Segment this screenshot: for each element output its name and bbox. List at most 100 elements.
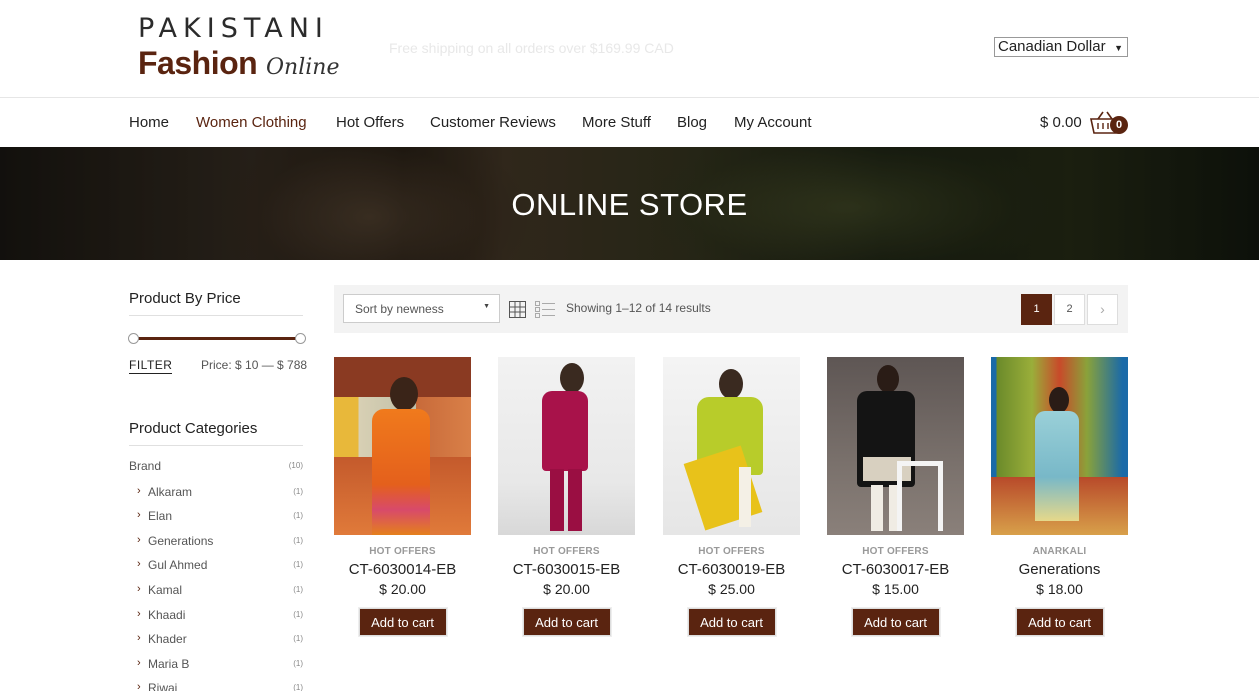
add-to-cart-button[interactable]: Add to cart xyxy=(358,608,447,636)
chevron-right-icon: › xyxy=(137,583,141,595)
chevron-right-icon: › xyxy=(137,558,141,570)
page-2-button[interactable]: 2 xyxy=(1054,294,1085,325)
page-title: ONLINE STORE xyxy=(511,187,748,222)
cart-count-badge: 0 xyxy=(1110,116,1128,134)
product-image[interactable] xyxy=(991,357,1128,535)
sort-value: Sort by newness xyxy=(355,302,444,316)
chevron-right-icon: › xyxy=(137,485,141,497)
product-image[interactable] xyxy=(334,357,471,535)
product-price: $ 25.00 xyxy=(708,581,755,597)
grid-view-icon[interactable] xyxy=(509,301,526,318)
nav-item-home[interactable]: Home xyxy=(129,114,169,131)
category-count: (1) xyxy=(293,536,303,545)
category-label: Generations xyxy=(148,534,214,548)
price-range-label: Price: $ 10 — $ 788 xyxy=(201,358,308,372)
nav-item-more-stuff[interactable]: More Stuff xyxy=(582,114,651,131)
shop-toolbar: Sort by newness ▼ Showing 1–12 of 14 res… xyxy=(334,285,1128,333)
hero-banner: ONLINE STORE xyxy=(0,147,1259,260)
category-label: Gul Ahmed xyxy=(148,558,208,572)
add-to-cart-button[interactable]: Add to cart xyxy=(522,608,611,636)
logo-text-top: PAKISTANI xyxy=(138,13,329,44)
product-category[interactable]: ANARKALI xyxy=(991,546,1128,557)
price-slider-max-handle[interactable] xyxy=(295,333,306,344)
category-label: Khaadi xyxy=(148,608,186,622)
product-name[interactable]: CT-6030015-EB xyxy=(498,561,635,578)
category-label: Brand xyxy=(129,459,162,473)
currency-select[interactable]: Canadian Dollar ▼ xyxy=(994,37,1128,57)
logo-text-script: Online xyxy=(266,55,340,80)
product-card[interactable]: HOT OFFERS CT-6030019-EB $ 25.00 Add to … xyxy=(663,357,800,636)
category-label: Khader xyxy=(148,632,187,646)
price-slider-range[interactable] xyxy=(134,337,298,340)
add-to-cart-button[interactable]: Add to cart xyxy=(1015,608,1104,636)
add-to-cart-button[interactable]: Add to cart xyxy=(687,608,776,636)
sort-select[interactable]: Sort by newness ▼ xyxy=(343,294,500,323)
category-label: Riwaj xyxy=(148,681,178,691)
product-category[interactable]: HOT OFFERS xyxy=(663,546,800,557)
filter-button[interactable]: FILTER xyxy=(129,358,173,374)
add-to-cart-button[interactable]: Add to cart xyxy=(851,608,940,636)
categories-title: Product Categories xyxy=(129,420,258,437)
category-count: (1) xyxy=(293,585,303,594)
product-price: $ 18.00 xyxy=(1036,581,1083,597)
chevron-right-icon: › xyxy=(137,509,141,521)
chevron-right-icon: › xyxy=(137,534,141,546)
chevron-right-icon: › xyxy=(137,608,141,620)
category-count: (10) xyxy=(288,461,303,470)
category-count: (1) xyxy=(293,511,303,520)
product-price: $ 20.00 xyxy=(543,581,590,597)
product-card[interactable]: HOT OFFERS CT-6030015-EB $ 20.00 Add to … xyxy=(498,357,635,636)
site-logo[interactable]: PAKISTANI Fashion Online xyxy=(138,13,352,81)
product-category[interactable]: HOT OFFERS xyxy=(827,546,964,557)
nav-item-hot-offers[interactable]: Hot Offers xyxy=(336,114,404,131)
product-image[interactable] xyxy=(827,357,964,535)
page-1-button[interactable]: 1 xyxy=(1021,294,1052,325)
currency-value: Canadian Dollar xyxy=(998,38,1106,55)
main-nav: Home Women Clothing Hot Offers Customer … xyxy=(0,98,1259,147)
product-name[interactable]: CT-6030017-EB xyxy=(827,561,964,578)
list-view-icon[interactable] xyxy=(535,301,555,318)
price-filter-title: Product By Price xyxy=(129,290,241,307)
results-count: Showing 1–12 of 14 results xyxy=(566,301,711,315)
category-label: Elan xyxy=(148,509,173,523)
chevron-right-icon: › xyxy=(1100,301,1105,317)
shipping-notice: Free shipping on all orders over $169.99… xyxy=(389,40,674,56)
product-card[interactable]: HOT OFFERS CT-6030017-EB $ 15.00 Add to … xyxy=(827,357,964,636)
nav-item-blog[interactable]: Blog xyxy=(677,114,707,131)
nav-item-women-clothing[interactable]: Women Clothing xyxy=(196,114,307,131)
category-count: (1) xyxy=(293,659,303,668)
divider xyxy=(129,445,303,446)
category-label: Maria B xyxy=(148,657,190,671)
product-image[interactable] xyxy=(498,357,635,535)
chevron-right-icon: › xyxy=(137,657,141,669)
chevron-right-icon: › xyxy=(137,681,141,691)
category-count: (1) xyxy=(293,634,303,643)
chevron-right-icon: › xyxy=(137,632,141,644)
category-item-brand[interactable]: Brand (10) xyxy=(129,459,303,473)
divider xyxy=(129,315,303,316)
product-name[interactable]: Generations xyxy=(991,561,1128,578)
next-page-button[interactable]: › xyxy=(1087,294,1118,325)
product-price: $ 20.00 xyxy=(379,581,426,597)
nav-item-customer-reviews[interactable]: Customer Reviews xyxy=(430,114,556,131)
product-name[interactable]: CT-6030014-EB xyxy=(334,561,471,578)
product-category[interactable]: HOT OFFERS xyxy=(498,546,635,557)
product-name[interactable]: CT-6030019-EB xyxy=(663,561,800,578)
product-card[interactable]: ANARKALI Generations $ 18.00 Add to cart xyxy=(991,357,1128,636)
category-count: (1) xyxy=(293,560,303,569)
product-image[interactable] xyxy=(663,357,800,535)
product-category[interactable]: HOT OFFERS xyxy=(334,546,471,557)
logo-text-bottom: Fashion xyxy=(138,45,258,81)
category-label: Kamal xyxy=(148,583,183,597)
site-header: PAKISTANI Fashion Online Free shipping o… xyxy=(0,0,1259,98)
chevron-down-icon: ▼ xyxy=(1114,43,1123,53)
category-count: (1) xyxy=(293,487,303,496)
category-count: (1) xyxy=(293,610,303,619)
cart-total[interactable]: $ 0.00 xyxy=(1040,114,1082,131)
caret-down-icon: ▼ xyxy=(483,303,490,310)
product-card[interactable]: HOT OFFERS CT-6030014-EB $ 20.00 Add to … xyxy=(334,357,471,636)
category-count: (1) xyxy=(293,683,303,691)
price-slider-min-handle[interactable] xyxy=(128,333,139,344)
category-label: Alkaram xyxy=(148,485,193,499)
nav-item-my-account[interactable]: My Account xyxy=(734,114,812,131)
